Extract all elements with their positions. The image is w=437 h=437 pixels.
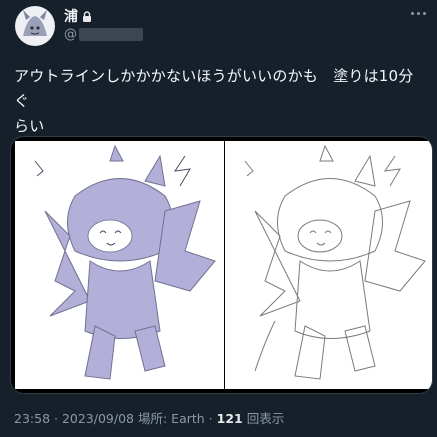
location-label: 場所: — [134, 411, 172, 426]
colored-sketch-image[interactable] — [15, 141, 224, 389]
views-label: 回表示 — [242, 411, 285, 426]
location-value[interactable]: Earth — [171, 411, 205, 426]
avatar[interactable] — [15, 6, 55, 46]
handle-prefix: @ — [64, 27, 77, 42]
views-count: 121 — [216, 411, 243, 426]
display-name[interactable]: 浦 — [64, 6, 78, 26]
lock-icon — [83, 10, 91, 22]
handle-row: @ — [64, 27, 143, 42]
meta-separator: · — [204, 411, 217, 426]
tweet-meta: 23:58 · 2023/09/08 場所: Earth · 121 回表示 — [14, 408, 284, 427]
tweet-date[interactable]: 2023/09/08 — [62, 411, 134, 426]
outline-sketch-image[interactable] — [225, 141, 432, 389]
name-row: 浦 — [64, 6, 92, 26]
tweet-text-line-1: アウトラインしかかかないほうがいいのかも 塗りは10分ぐ — [14, 67, 414, 110]
more-options-icon[interactable] — [411, 12, 426, 15]
media-grid — [10, 136, 433, 394]
tweet-header: 浦 @ — [10, 4, 430, 48]
meta-separator: · — [50, 411, 62, 426]
tweet-text: アウトラインしかかかないほうがいいのかも 塗りは10分ぐ らい — [14, 64, 424, 139]
redacted-handle — [79, 28, 143, 41]
tweet-time[interactable]: 23:58 — [14, 411, 50, 426]
